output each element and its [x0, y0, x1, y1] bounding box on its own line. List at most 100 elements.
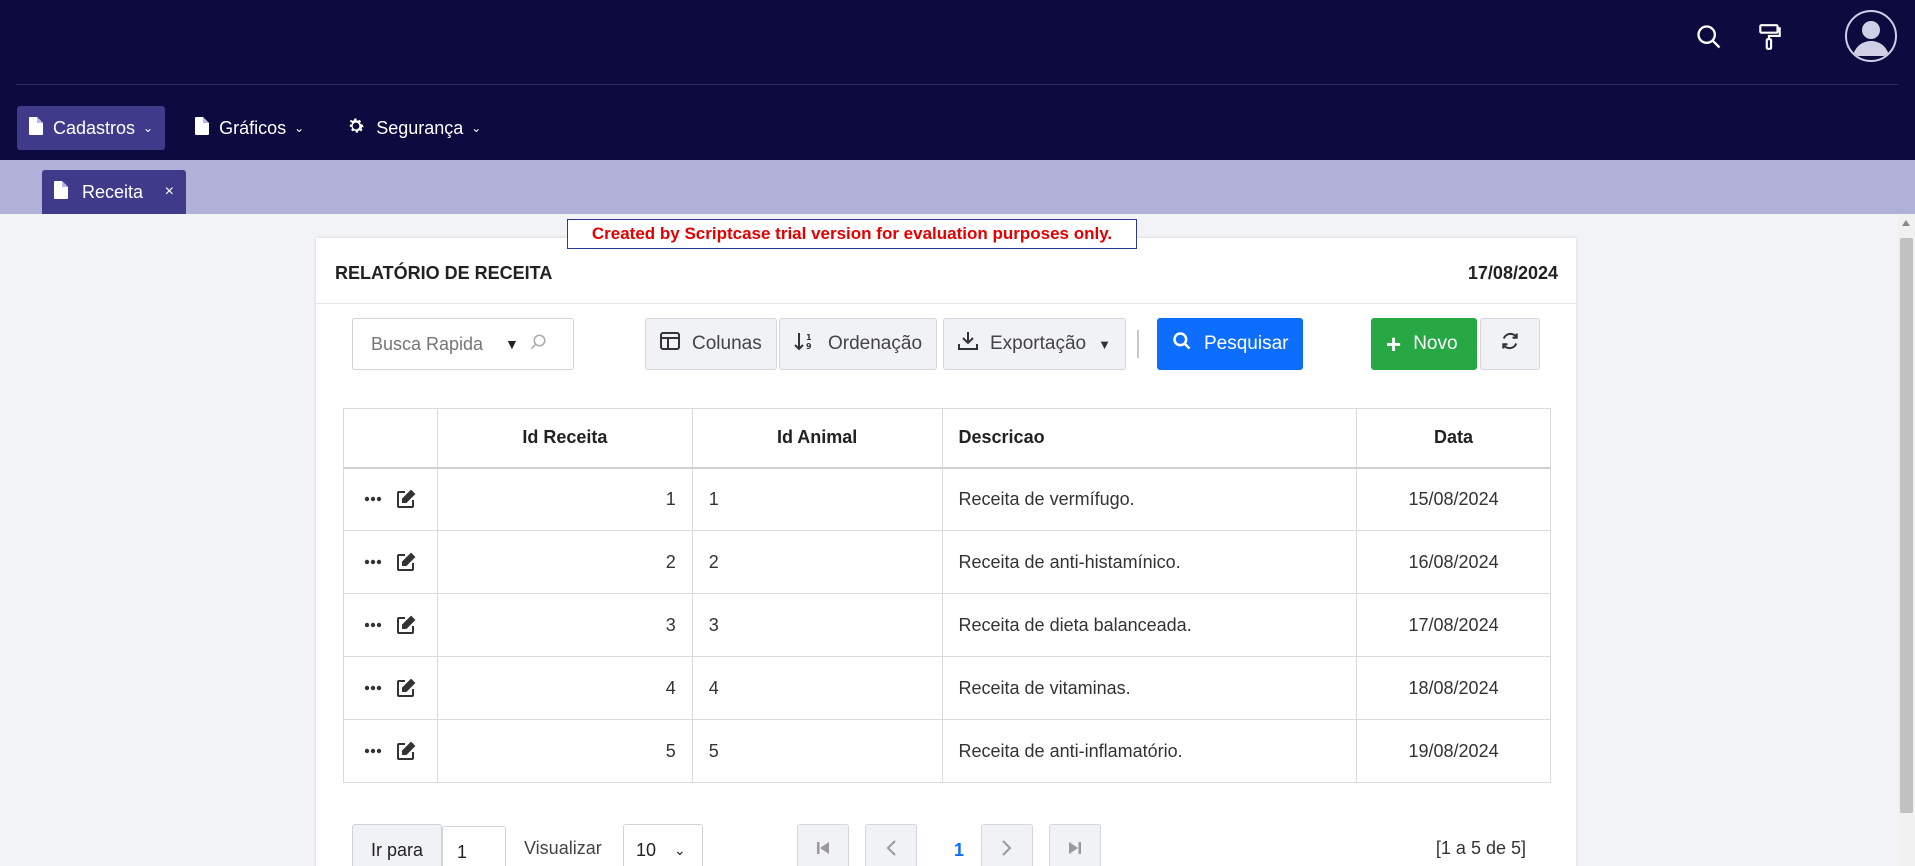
last-page-button[interactable]: [1049, 824, 1101, 866]
cell-id-receita: 3: [436, 593, 693, 657]
more-options-icon[interactable]: [364, 622, 382, 628]
columns-button[interactable]: Colunas: [645, 318, 777, 370]
cell-data: 18/08/2024: [1356, 656, 1551, 720]
data-table: Id Receita Id Animal Descricao Data 1 1 …: [343, 408, 1551, 783]
more-options-icon[interactable]: [364, 559, 382, 565]
cell-id-animal: 1: [691, 467, 943, 531]
first-page-button[interactable]: [797, 824, 849, 866]
cell-id-animal: 4: [691, 656, 943, 720]
report-title: RELATÓRIO DE RECEITA: [335, 263, 553, 283]
cell-id-receita: 5: [436, 719, 693, 783]
menu-item-cadastros[interactable]: Cadastros ⌄: [17, 106, 166, 150]
goto-label: Ir para: [352, 824, 443, 866]
table-row: 1 1 Receita de vermífugo. 15/08/2024: [343, 467, 1551, 531]
columns-icon: [660, 332, 680, 356]
menu-item-label: Segurança: [376, 117, 464, 138]
view-label: Visualizar: [524, 838, 602, 858]
cell-descricao: Receita de anti-histamínico.: [941, 530, 1358, 594]
trial-notice: Created by Scriptcase trial version for …: [567, 219, 1137, 249]
toolbar-separator: [1137, 330, 1139, 358]
menu-item-seguranca[interactable]: Segurança ⌄: [334, 106, 493, 150]
menu-item-graficos[interactable]: Gráficos ⌄: [183, 106, 316, 150]
cell-id-animal: 2: [691, 530, 943, 594]
search-icon[interactable]: [529, 333, 547, 356]
first-page-icon: [816, 841, 830, 860]
file-icon: [54, 180, 68, 204]
table-row: 4 4 Receita de vitaminas. 18/08/2024: [343, 656, 1551, 720]
refresh-icon: [1500, 331, 1520, 357]
more-options-icon[interactable]: [364, 748, 382, 754]
plus-icon: +: [1386, 329, 1402, 359]
quick-search-input[interactable]: [371, 333, 501, 355]
scroll-up-arrow-icon[interactable]: [1902, 220, 1910, 226]
quick-search: ▼: [352, 318, 574, 370]
cell-descricao: Receita de vermífugo.: [941, 467, 1358, 531]
chevron-down-icon: ⌄: [471, 121, 482, 135]
row-actions: [343, 593, 438, 657]
edit-icon[interactable]: [396, 678, 416, 698]
page-size-value: 10: [636, 839, 657, 860]
page-size-select[interactable]: 10 ⌄: [623, 824, 703, 866]
cell-id-animal: 3: [691, 593, 943, 657]
search-button[interactable]: Pesquisar: [1157, 318, 1303, 370]
column-header-id-animal[interactable]: Id Animal: [691, 408, 943, 469]
more-options-icon[interactable]: [364, 496, 382, 502]
edit-icon[interactable]: [396, 615, 416, 635]
sort-label: Ordenação: [828, 333, 923, 354]
scrollbar-thumb[interactable]: [1900, 238, 1913, 813]
edit-icon[interactable]: [396, 741, 416, 761]
file-icon: [29, 116, 43, 140]
last-page-icon: [1068, 841, 1082, 860]
table-row: 5 5 Receita de anti-inflamatório. 19/08/…: [343, 719, 1551, 783]
tab-bar: Receita ×: [0, 160, 1915, 214]
table-row: 2 2 Receita de anti-histamínico. 16/08/2…: [343, 530, 1551, 594]
cell-id-receita: 2: [436, 530, 693, 594]
edit-icon[interactable]: [396, 489, 416, 509]
column-header-data[interactable]: Data: [1356, 408, 1551, 469]
search-button-label: Pesquisar: [1204, 333, 1289, 354]
refresh-button[interactable]: [1480, 318, 1540, 370]
column-header-descricao[interactable]: Descricao: [941, 408, 1358, 469]
cell-data: 17/08/2024: [1356, 593, 1551, 657]
tab-receita[interactable]: Receita ×: [42, 170, 186, 214]
column-header-actions: [343, 408, 438, 469]
chevron-down-icon: ⌄: [674, 841, 686, 858]
gear-icon: [346, 116, 366, 141]
sort-button[interactable]: 19 Ordenação: [779, 318, 938, 370]
cell-descricao: Receita de anti-inflamatório.: [941, 719, 1358, 783]
chevron-left-icon: [885, 839, 897, 861]
search-icon: [1172, 331, 1192, 357]
caret-down-icon[interactable]: ▼: [505, 336, 519, 352]
current-page-number[interactable]: 1: [933, 824, 985, 866]
cell-descricao: Receita de vitaminas.: [941, 656, 1358, 720]
previous-page-button[interactable]: [865, 824, 917, 866]
tab-label: Receita: [82, 181, 144, 202]
export-button[interactable]: Exportação ▼: [943, 318, 1126, 370]
page-scrollbar[interactable]: [1898, 214, 1915, 866]
menu-item-label: Cadastros: [53, 117, 136, 138]
chevron-down-icon: ⌄: [143, 121, 154, 135]
paint-roller-icon[interactable]: [1753, 20, 1787, 54]
cell-descricao: Receita de dieta balanceada.: [941, 593, 1358, 657]
table-row: 3 3 Receita de dieta balanceada. 17/08/2…: [343, 593, 1551, 657]
edit-icon[interactable]: [396, 552, 416, 572]
cell-id-animal: 5: [691, 719, 943, 783]
main-menu: Cadastros ⌄ Gráficos ⌄ Segurança ⌄: [17, 106, 493, 150]
next-page-button[interactable]: [981, 824, 1033, 866]
close-icon[interactable]: ×: [165, 183, 174, 201]
column-header-id-receita[interactable]: Id Receita: [436, 408, 693, 469]
goto-page-input[interactable]: 1: [442, 826, 506, 866]
sort-icon: 19: [794, 331, 816, 357]
navbar-divider: [16, 84, 1898, 85]
row-actions: [343, 656, 438, 720]
cell-data: 19/08/2024: [1356, 719, 1551, 783]
svg-text:1: 1: [806, 333, 812, 342]
user-avatar-icon[interactable]: [1845, 10, 1897, 62]
cell-data: 15/08/2024: [1356, 467, 1551, 531]
download-icon: [958, 331, 978, 357]
search-icon[interactable]: [1692, 20, 1726, 54]
records-summary: [1 a 5 de 5]: [1435, 838, 1526, 858]
new-button[interactable]: + Novo: [1371, 318, 1477, 370]
more-options-icon[interactable]: [364, 685, 382, 691]
svg-text:9: 9: [806, 342, 812, 351]
